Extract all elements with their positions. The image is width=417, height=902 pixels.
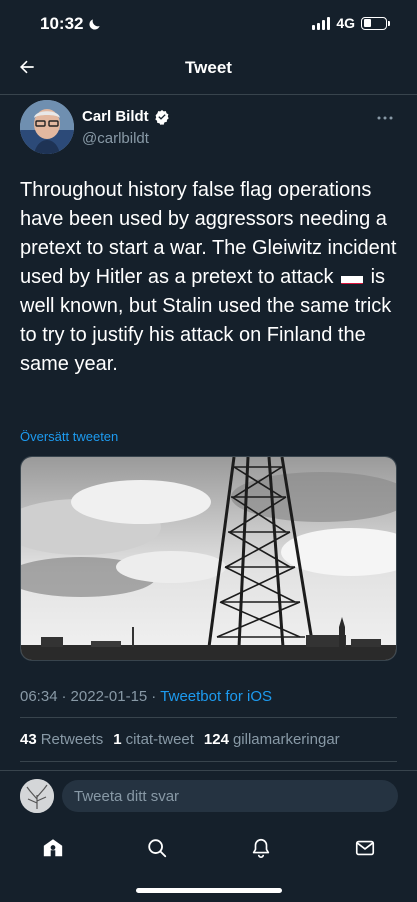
retweets-count: 43: [20, 731, 37, 748]
status-bar: 10:32 4G: [0, 0, 417, 48]
meta-separator: ·: [151, 688, 157, 705]
tweet-time: 06:34: [20, 688, 58, 705]
poland-flag-icon: [341, 270, 364, 284]
user-avatar[interactable]: [20, 779, 54, 813]
bell-icon: [252, 838, 270, 858]
home-indicator[interactable]: [136, 888, 282, 893]
quotes-label: citat-tweet: [125, 731, 194, 748]
tab-search[interactable]: [142, 833, 172, 863]
mail-icon: [355, 840, 375, 856]
signal-icon: [312, 16, 331, 30]
verified-badge-icon: [155, 109, 169, 125]
tweet-text-part-1: Throughout history false flag operations…: [20, 179, 397, 288]
search-icon: [148, 839, 167, 858]
reply-input[interactable]: [62, 780, 398, 812]
nav-bar: Tweet: [0, 48, 417, 88]
likes-label: gillamarkeringar: [232, 731, 340, 748]
quotes-stat[interactable]: 1 citat-tweet: [113, 731, 194, 748]
reply-bar: [0, 778, 417, 818]
tweet-author: Carl Bildt @carlbildt: [20, 100, 397, 156]
divider: [0, 770, 417, 771]
tweet-date: 2022-01-15: [70, 688, 148, 705]
tab-home[interactable]: [38, 833, 68, 863]
author-avatar[interactable]: [20, 100, 74, 154]
battery-icon: [361, 16, 390, 30]
nav-divider: [0, 94, 417, 95]
tweet-image[interactable]: [20, 456, 397, 661]
moon-icon: [89, 19, 101, 30]
page-title: Tweet: [185, 58, 232, 77]
more-options-button[interactable]: [375, 108, 395, 128]
likes-count: 124: [203, 731, 229, 748]
tab-messages[interactable]: [350, 833, 380, 863]
tab-bar: [0, 825, 417, 870]
tweet-text: Throughout history false flag operations…: [20, 176, 400, 379]
author-name[interactable]: Carl Bildt: [82, 108, 149, 125]
quotes-count: 1: [113, 731, 122, 748]
tweet-stats: 43 Retweets 1 citat-tweet 124 gillamarke…: [20, 731, 346, 748]
retweets-label: Retweets: [40, 731, 104, 748]
status-time-text: 10:32: [40, 14, 84, 33]
divider: [20, 761, 397, 762]
network-label: 4G: [336, 15, 355, 31]
author-name-row: Carl Bildt: [82, 108, 170, 125]
translate-tweet-link[interactable]: Översätt tweeten: [20, 429, 118, 444]
divider: [20, 717, 397, 718]
home-icon: [43, 839, 63, 857]
tab-notifications[interactable]: [246, 833, 276, 863]
likes-stat[interactable]: 124 gillamarkeringar: [204, 731, 340, 748]
more-horizontal-icon: [377, 116, 393, 120]
status-time: 10:32: [40, 14, 102, 34]
tweet-source-link[interactable]: Tweetbot for iOS: [160, 688, 272, 705]
status-indicators: 4G: [312, 15, 390, 31]
tweet-meta: 06:34 · 2022-01-15 · Tweetbot for iOS: [20, 688, 272, 705]
author-handle[interactable]: @carlbildt: [82, 130, 149, 147]
retweets-stat[interactable]: 43 Retweets: [20, 731, 103, 748]
meta-separator: ·: [61, 688, 67, 705]
